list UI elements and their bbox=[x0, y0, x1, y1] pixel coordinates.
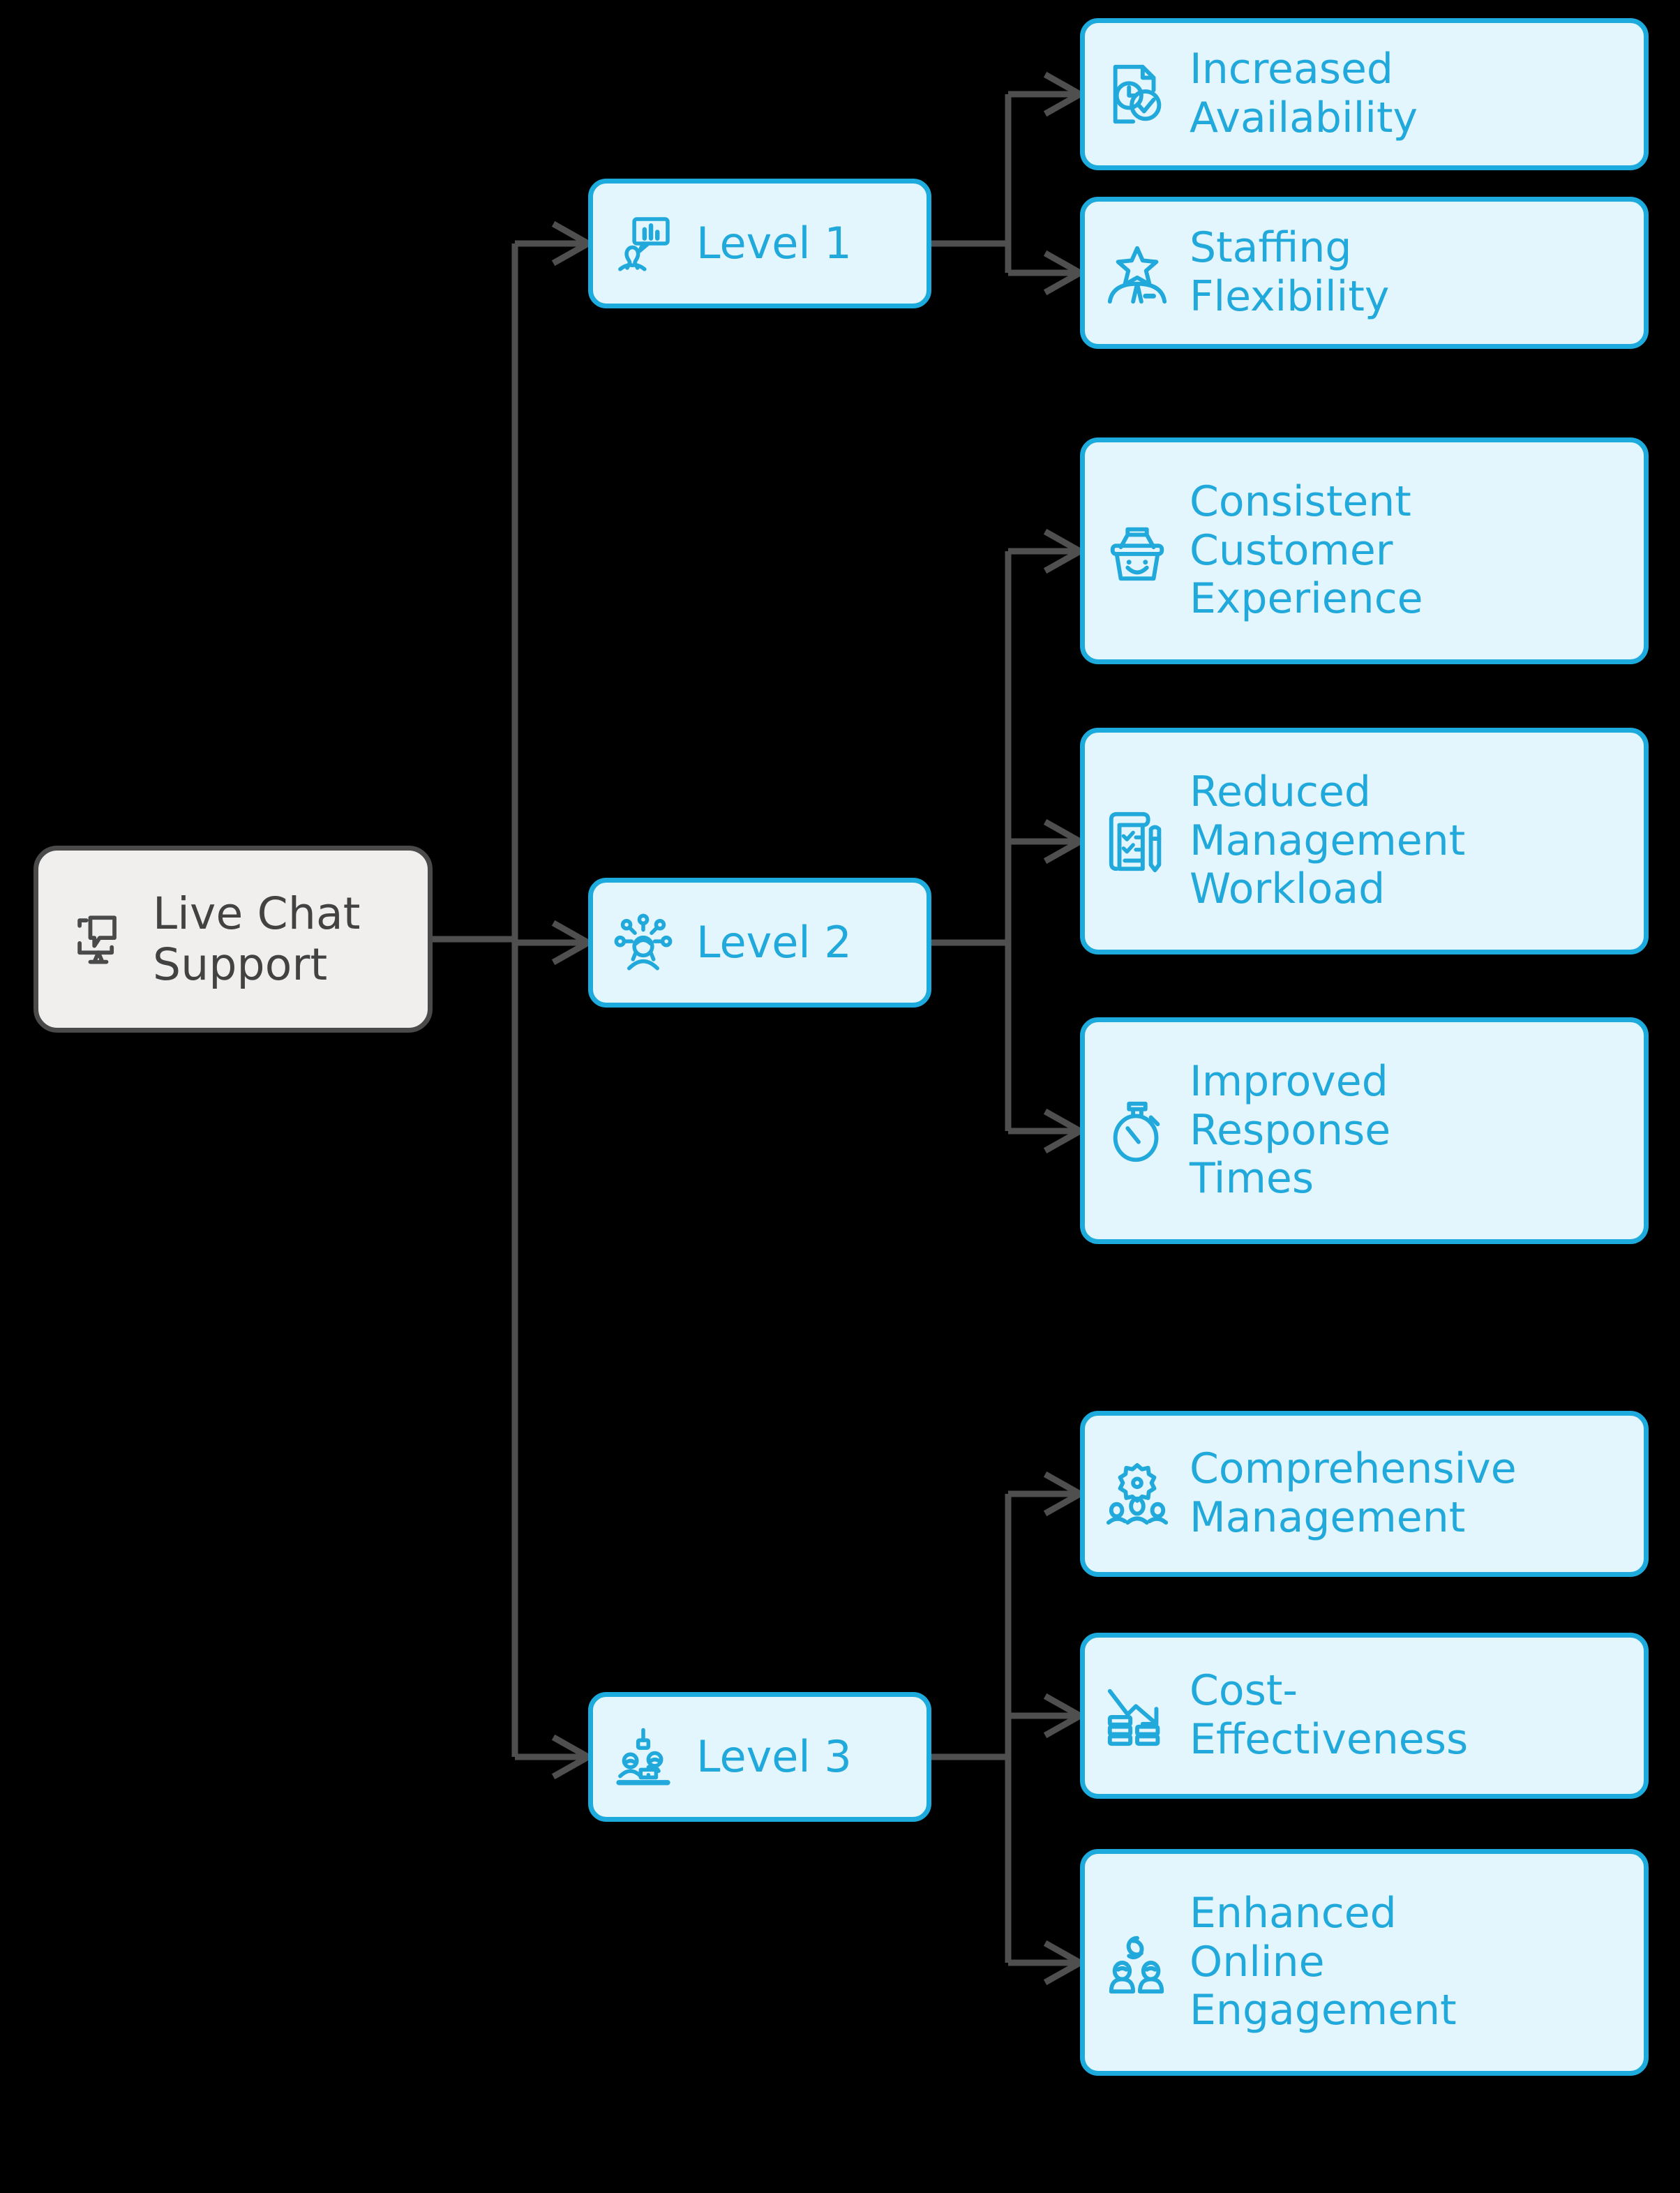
document-clock-check-icon bbox=[1103, 60, 1171, 128]
leaf-label: Consistent Customer Experience bbox=[1190, 477, 1423, 624]
mindmap-canvas: Live Chat Support Level 1 Level 2 Level … bbox=[0, 0, 1680, 2193]
node-improved-response-times[interactable]: Improved Response Times bbox=[1080, 1017, 1649, 1244]
people-link-icon bbox=[1103, 1929, 1171, 1997]
smiling-basket-icon bbox=[1103, 517, 1171, 585]
person-chat-survey-icon bbox=[611, 211, 675, 276]
leaf-label: Cost- Effectiveness bbox=[1190, 1666, 1469, 1764]
leaf-label: Reduced Management Workload bbox=[1190, 768, 1466, 914]
root-label: Live Chat Support bbox=[153, 888, 361, 990]
node-level-1[interactable]: Level 1 bbox=[588, 179, 931, 308]
node-enhanced-online-engagement[interactable]: Enhanced Online Engagement bbox=[1080, 1849, 1649, 2076]
team-desk-laptop-icon bbox=[611, 1725, 675, 1789]
person-network-icon bbox=[611, 911, 675, 975]
leaf-label: Enhanced Online Engagement bbox=[1190, 1889, 1457, 2035]
node-consistent-customer-experience[interactable]: Consistent Customer Experience bbox=[1080, 437, 1649, 664]
leaf-label: Comprehensive Management bbox=[1190, 1444, 1517, 1542]
level-2-label: Level 2 bbox=[696, 917, 852, 968]
node-increased-availability[interactable]: Increased Availability bbox=[1080, 18, 1649, 170]
node-reduced-management-workload[interactable]: Reduced Management Workload bbox=[1080, 728, 1649, 955]
leaf-label: Improved Response Times bbox=[1190, 1057, 1391, 1204]
leaf-label: Staffing Flexibility bbox=[1190, 223, 1390, 321]
node-level-2[interactable]: Level 2 bbox=[588, 878, 931, 1008]
checklist-pen-icon bbox=[1103, 807, 1171, 876]
node-level-3[interactable]: Level 3 bbox=[588, 1692, 931, 1822]
coins-down-arrow-icon bbox=[1103, 1682, 1171, 1750]
gear-people-icon bbox=[1103, 1460, 1171, 1528]
stopwatch-icon bbox=[1103, 1097, 1171, 1165]
level-1-label: Level 1 bbox=[696, 218, 852, 269]
level-3-label: Level 3 bbox=[696, 1731, 852, 1783]
node-staffing-flexibility[interactable]: Staffing Flexibility bbox=[1080, 197, 1649, 349]
node-comprehensive-management[interactable]: Comprehensive Management bbox=[1080, 1411, 1649, 1577]
star-person-icon bbox=[1103, 239, 1171, 307]
leaf-label: Increased Availability bbox=[1190, 45, 1418, 142]
monitor-chat-icon bbox=[65, 906, 132, 973]
node-root[interactable]: Live Chat Support bbox=[33, 846, 433, 1033]
node-cost-effectiveness[interactable]: Cost- Effectiveness bbox=[1080, 1633, 1649, 1799]
